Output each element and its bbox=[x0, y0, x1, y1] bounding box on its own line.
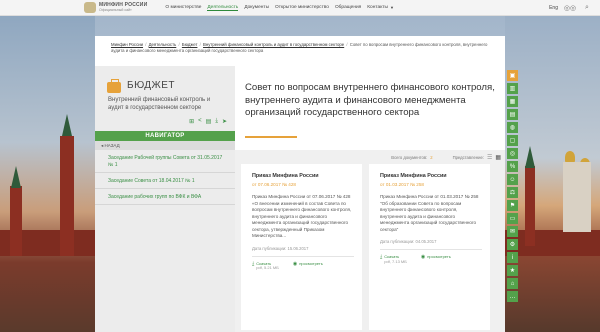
section-subtitle: Внутренний финансовый контроль и аудит в… bbox=[108, 97, 211, 111]
file-size: pdf, 5.21 МБ bbox=[256, 265, 279, 271]
logo-title: МИНФИН РОССИИ bbox=[99, 1, 148, 8]
eye-icon: ◉ bbox=[292, 260, 298, 267]
view-link[interactable]: ◉ просмотреть bbox=[420, 254, 451, 264]
gear-icon[interactable]: ⚙ bbox=[507, 239, 518, 250]
view-link[interactable]: ◉ просмотреть bbox=[292, 260, 323, 271]
main-panel: Совет по вопросам внутреннего финансовог… bbox=[235, 66, 505, 332]
globe-icon[interactable]: ◍ bbox=[507, 122, 518, 133]
documents-meta: Всего документов: 2 Представление: ☰ ▦ bbox=[235, 150, 505, 164]
print-icon[interactable]: ▤ bbox=[206, 118, 212, 125]
view-label: просмотреть bbox=[299, 260, 323, 266]
list-view-icon[interactable]: ☰ bbox=[487, 154, 492, 161]
total-count: 2 bbox=[430, 154, 433, 160]
background-kremlin-right bbox=[505, 16, 600, 332]
briefcase-icon[interactable]: ▣ bbox=[507, 70, 518, 81]
nav-item-appeals[interactable]: Обращения bbox=[335, 5, 361, 11]
document-icon[interactable]: ▢ bbox=[507, 135, 518, 146]
grid-view-icon[interactable]: ▦ bbox=[495, 154, 501, 161]
card-date: от 01.03.2017 № 258 bbox=[380, 182, 424, 187]
documents-area: Всего документов: 2 Представление: ☰ ▦ П… bbox=[235, 150, 505, 332]
mail-icon[interactable]: ✉ bbox=[507, 226, 518, 237]
card-date: от 07.06.2017 № 428 bbox=[252, 182, 296, 187]
language-switch[interactable]: Eng bbox=[549, 5, 558, 11]
search-icon[interactable]: ⌕ bbox=[582, 3, 592, 13]
view-label: просмотреть bbox=[427, 254, 451, 259]
total-label: Всего документов: bbox=[391, 154, 428, 160]
back-button[interactable]: ◂ НАЗАД bbox=[95, 141, 235, 150]
file-size: pdf, 7.13 МБ bbox=[384, 258, 407, 264]
download-link[interactable]: ⤓ Скачать pdf, 5.21 МБ bbox=[252, 260, 279, 271]
navigator-link[interactable]: Заседание Совета от 18.04.2017 № 1 bbox=[95, 173, 235, 189]
info-icon[interactable]: i bbox=[507, 252, 518, 263]
nav-item-open-ministry[interactable]: Открытое министерство bbox=[275, 5, 329, 11]
download-icon: ⤓ bbox=[380, 254, 383, 260]
content-area: Минфин России / Деятельность / Бюджет / … bbox=[95, 36, 505, 332]
chevron-down-icon[interactable]: ▼ bbox=[390, 5, 394, 11]
page-title: Совет по вопросам внутреннего финансовог… bbox=[245, 82, 495, 119]
briefcase-icon bbox=[107, 79, 121, 93]
nav-item-contacts[interactable]: Контакты bbox=[367, 5, 388, 11]
card-description: Приказ Минфина России от 07.06.2017 № 42… bbox=[252, 194, 352, 238]
main-nav: О министерстве Деятельность Документы От… bbox=[165, 5, 394, 11]
breadcrumb-item[interactable]: Минфин России bbox=[111, 42, 143, 47]
navigator-link[interactable]: Заседание рабочих групп по ВФК и ВФА bbox=[95, 189, 235, 205]
more-icon[interactable]: … bbox=[507, 291, 518, 302]
logo-subtitle: Официальный сайт bbox=[99, 7, 132, 12]
nav-item-documents[interactable]: Документы bbox=[244, 5, 269, 11]
home-icon[interactable]: ⌂ bbox=[507, 278, 518, 289]
breadcrumb-item[interactable]: Бюджет bbox=[182, 42, 198, 47]
calculator-icon[interactable]: ▦ bbox=[507, 96, 518, 107]
document-card[interactable]: Приказ Минфина России от 01.03.2017 № 25… bbox=[369, 164, 490, 330]
top-navigation-bar: МИНФИН РОССИИ Официальный сайт О министе… bbox=[0, 0, 600, 16]
title-underline bbox=[245, 136, 297, 138]
view-label: Представление: bbox=[452, 154, 484, 160]
chart-icon[interactable]: ▤ bbox=[507, 109, 518, 120]
card-title: Приказ Минфина России bbox=[380, 173, 447, 179]
book-icon[interactable]: ▭ bbox=[507, 213, 518, 224]
site-logo[interactable]: МИНФИН РОССИИ Официальный сайт bbox=[84, 2, 147, 13]
card-published: Дата публикации: 04.05.2017 bbox=[380, 239, 437, 244]
scale-icon[interactable]: ⚖ bbox=[507, 187, 518, 198]
section-title: БЮДЖЕТ bbox=[127, 80, 176, 91]
breadcrumb-item[interactable]: Внутренний финансовый контроль и аудит в… bbox=[203, 42, 344, 47]
nav-item-activity[interactable]: Деятельность bbox=[207, 5, 239, 11]
eye-icon: ◉ bbox=[420, 254, 426, 260]
breadcrumb: Минфин России / Деятельность / Бюджет / … bbox=[95, 36, 505, 66]
percent-icon[interactable]: % bbox=[507, 161, 518, 172]
back-label: НАЗАД bbox=[104, 143, 120, 148]
navigator-header: НАВИГАТОР bbox=[95, 131, 235, 141]
coins-icon[interactable]: ◎ bbox=[507, 148, 518, 159]
glasses-icon[interactable]: ◎◎ bbox=[564, 3, 576, 13]
bank-icon[interactable]: ▥ bbox=[507, 83, 518, 94]
emblem-icon bbox=[84, 2, 96, 13]
quick-access-strip: ▣ ▥ ▦ ▤ ◍ ▢ ◎ % ☺ ⚖ ⚑ ▭ ✉ ⚙ i ★ ⌂ … bbox=[507, 70, 518, 304]
download-icon[interactable]: ⤓ bbox=[215, 118, 218, 125]
download-link[interactable]: ⤓ Скачать pdf, 7.13 МБ bbox=[380, 254, 407, 264]
card-description: Приказ Минфина России от 01.03.2017 № 25… bbox=[380, 194, 479, 232]
flag-icon[interactable]: ⚑ bbox=[507, 200, 518, 211]
left-panel: БЮДЖЕТ Внутренний финансовый контроль и … bbox=[95, 66, 235, 332]
document-card[interactable]: Приказ Минфина России от 07.06.2017 № 42… bbox=[241, 164, 362, 330]
sitemap-icon[interactable]: ⊞ bbox=[189, 118, 194, 125]
background-kremlin-left bbox=[0, 16, 95, 332]
navigator-link[interactable]: Заседание Рабочей группы Совета от 31.05… bbox=[95, 150, 235, 173]
download-icon: ⤓ bbox=[252, 260, 255, 267]
card-title: Приказ Минфина России bbox=[252, 173, 319, 179]
share-icon[interactable]: < bbox=[198, 118, 202, 125]
send-icon[interactable]: ➤ bbox=[222, 118, 227, 125]
card-published: Дата публикации: 15.06.2017 bbox=[252, 245, 309, 251]
star-icon[interactable]: ★ bbox=[507, 265, 518, 276]
breadcrumb-item[interactable]: Деятельность bbox=[149, 42, 177, 47]
nav-item-about[interactable]: О министерстве bbox=[165, 5, 201, 11]
people-icon[interactable]: ☺ bbox=[507, 174, 518, 185]
